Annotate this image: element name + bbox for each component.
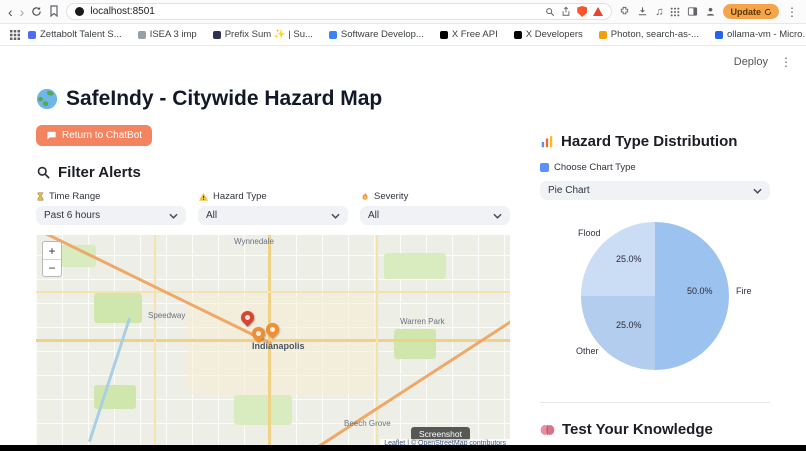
bookmark-item[interactable]: Photon, search-as-... <box>598 29 699 40</box>
favicon <box>212 30 221 39</box>
map-place-label: Wynnedale <box>234 237 274 246</box>
page-title: SafeIndy - Citywide Hazard Map <box>36 87 510 111</box>
map-place-label: Speedway <box>148 311 186 320</box>
favicon <box>28 30 36 39</box>
back-icon[interactable]: ‹ <box>8 5 13 19</box>
reload-icon[interactable] <box>31 5 42 19</box>
favicon <box>714 30 723 39</box>
media-icon[interactable]: ♫ <box>655 6 663 18</box>
zoom-in-button[interactable]: + <box>43 242 61 259</box>
chevron-down-icon <box>493 213 502 219</box>
severity-field: Severity All <box>360 191 510 225</box>
map-park <box>94 293 142 323</box>
favicon <box>513 30 522 39</box>
bookmarks-bar: Zettabolt Talent S... ISEA 3 imp Prefix … <box>0 24 806 46</box>
bookmark-apps-icon[interactable] <box>10 29 20 40</box>
chart-type-label-row: Choose Chart Type <box>540 162 770 173</box>
chevron-down-icon <box>169 213 178 219</box>
chart-type-icon <box>540 163 549 172</box>
time-range-select[interactable]: Past 6 hours <box>36 206 186 225</box>
favicon <box>137 30 146 39</box>
chart-type-select[interactable]: Pie Chart <box>540 181 770 200</box>
brave-shield-icon[interactable] <box>577 6 588 17</box>
profile-icon[interactable] <box>705 6 716 17</box>
chevron-down-icon <box>753 188 762 194</box>
update-button[interactable]: Update <box>723 4 779 19</box>
warning-extension-icon[interactable] <box>593 7 604 16</box>
zoom-page-icon[interactable] <box>545 7 555 17</box>
url-text[interactable]: localhost:8501 <box>90 6 155 17</box>
zoom-out-button[interactable]: − <box>43 259 61 276</box>
map-road <box>376 235 378 445</box>
pie-chart-area: Flood Fire Other 25.0% 50.0% 25.0% <box>540 216 770 386</box>
browser-menu-icon[interactable]: ⋮ <box>786 5 798 19</box>
bookmark-item[interactable]: ollama-vm - Micro... <box>714 29 806 40</box>
brain-icon <box>540 424 555 435</box>
map-place-label: Indianapolis <box>252 341 305 351</box>
bookmark-item[interactable]: X Developers <box>513 29 583 40</box>
hourglass-icon <box>37 192 44 201</box>
warning-icon <box>198 192 209 201</box>
deploy-button[interactable]: Deploy <box>734 56 768 68</box>
map-park <box>234 395 292 425</box>
bookmark-item[interactable]: Prefix Sum ✨ | Su... <box>212 29 313 40</box>
bookmark-item[interactable]: Zettabolt Talent S... <box>28 29 122 40</box>
map-park <box>394 329 436 359</box>
streamlit-header: Deploy ⋮ <box>734 55 792 69</box>
bookmark-icon[interactable] <box>49 4 59 19</box>
section-divider <box>540 402 770 403</box>
return-to-chatbot-button[interactable]: Return to ChatBot <box>36 125 153 146</box>
pie-label-fire: Fire <box>736 286 752 296</box>
hazard-type-field: Hazard Type All <box>198 191 348 225</box>
filter-alerts-heading: Filter Alerts <box>36 164 510 181</box>
pie-pct-flood: 25.0% <box>616 254 642 264</box>
pie-pct-other: 25.0% <box>616 320 642 330</box>
pie-label-other: Other <box>576 346 599 356</box>
map-place-label: Warren Park <box>400 317 445 326</box>
hazard-type-select[interactable]: All <box>198 206 348 225</box>
streamlit-app: Deploy ⋮ SafeIndy - Citywide Hazard Map … <box>0 47 806 445</box>
forward-icon[interactable]: › <box>20 5 25 19</box>
map-park <box>384 253 446 279</box>
bookmark-item[interactable]: ISEA 3 imp <box>137 29 197 40</box>
hazard-map[interactable]: Wynnedale Speedway Warren Park Indianapo… <box>36 235 510 445</box>
pie-pct-fire: 50.0% <box>687 286 713 296</box>
globe-icon <box>36 88 58 110</box>
downloads-icon[interactable] <box>637 6 648 17</box>
bookmark-item[interactable]: X Free API <box>439 29 498 40</box>
sidepanel-icon[interactable] <box>687 6 698 17</box>
left-column: SafeIndy - Citywide Hazard Map Return to… <box>36 87 510 445</box>
right-column: Hazard Type Distribution Choose Chart Ty… <box>540 87 770 445</box>
address-bar[interactable]: localhost:8501 <box>66 3 613 20</box>
streamlit-menu-icon[interactable]: ⋮ <box>780 55 792 69</box>
chat-icon <box>47 131 56 140</box>
map-zoom-control: + − <box>42 241 62 277</box>
map-road <box>36 291 510 293</box>
bottom-bar <box>0 445 806 451</box>
favicon <box>439 30 448 39</box>
site-info-icon[interactable] <box>75 7 85 16</box>
extensions-puzzle-icon[interactable] <box>619 6 630 17</box>
bookmark-item[interactable]: Software Develop... <box>328 29 424 40</box>
time-range-field: Time Range Past 6 hours <box>36 191 186 225</box>
chart-section-heading: Hazard Type Distribution <box>540 133 770 150</box>
favicon <box>598 30 607 39</box>
quiz-section-heading: Test Your Knowledge <box>540 421 770 438</box>
update-reload-icon <box>764 8 772 15</box>
favicon <box>328 30 337 39</box>
severity-select[interactable]: All <box>360 206 510 225</box>
pie-label-flood: Flood <box>578 228 601 238</box>
map-road <box>154 235 156 445</box>
filter-row: Time Range Past 6 hours Hazard Type All <box>36 191 510 225</box>
fire-icon <box>362 192 368 200</box>
browser-toolbar: ‹ › localhost:8501 ♫ Update ⋮ <box>0 0 806 24</box>
pie-chart <box>581 222 729 370</box>
apps-grid-icon[interactable] <box>670 7 680 17</box>
map-place-label: Beech Grove <box>344 419 391 428</box>
share-icon[interactable] <box>561 6 571 17</box>
chevron-down-icon <box>331 213 340 219</box>
bar-chart-icon <box>541 135 553 147</box>
search-icon <box>37 166 50 179</box>
